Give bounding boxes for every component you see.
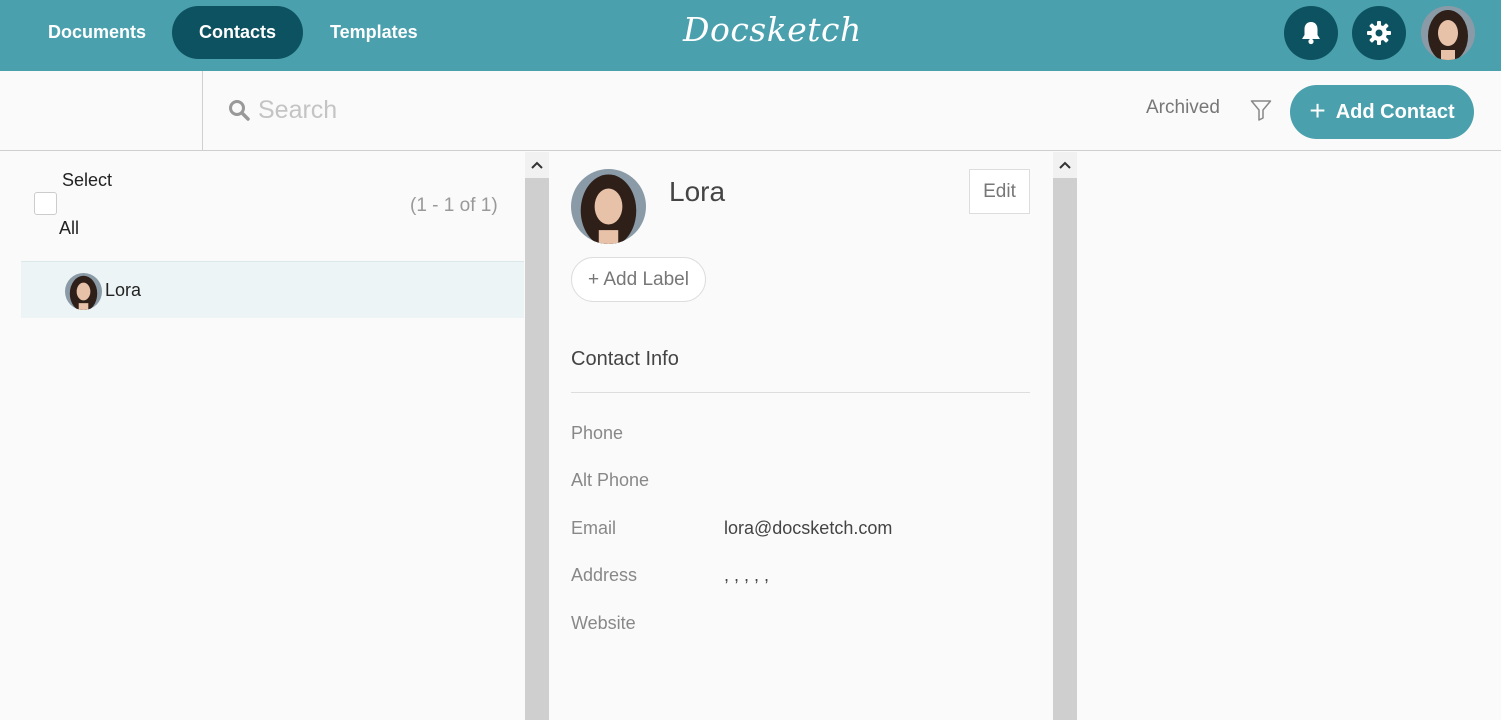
tab-templates[interactable]: Templates <box>303 6 445 59</box>
add-label-button[interactable]: + Add Label <box>571 257 706 302</box>
contact-avatar-image <box>65 273 102 310</box>
gear-icon <box>1367 21 1391 45</box>
empty-right-area <box>1077 152 1501 720</box>
field-label-email: Email <box>571 518 617 538</box>
section-divider <box>571 392 1030 393</box>
tab-documents[interactable]: Documents <box>21 6 173 59</box>
field-label-alt-phone: Alt Phone <box>571 470 650 490</box>
field-value-address: , , , , , <box>724 565 770 585</box>
notifications-button[interactable] <box>1284 6 1338 60</box>
filter-icon[interactable] <box>1250 99 1272 121</box>
detail-scrollbar[interactable] <box>1053 152 1077 720</box>
contact-avatar <box>65 273 102 310</box>
contact-detail-panel: Lora Edit + Add Label Contact Info Phone… <box>550 152 1052 720</box>
settings-button[interactable] <box>1352 6 1406 60</box>
toolbar: Archived + Add Contact <box>0 71 1501 151</box>
contact-detail-avatar <box>571 169 646 244</box>
pagination-count: (1 - 1 of 1) <box>410 195 498 216</box>
field-label-address: Address <box>571 565 638 585</box>
bell-icon <box>1302 22 1320 45</box>
contact-list-panel: Select All (1 - 1 of 1) Lora <box>0 152 525 720</box>
detail-scroll-up-button[interactable] <box>1053 152 1077 178</box>
chevron-up-icon <box>1059 161 1071 169</box>
user-avatar[interactable] <box>1421 6 1475 60</box>
field-label-phone: Phone <box>571 423 624 443</box>
contact-name: Lora <box>105 280 142 300</box>
archived-link[interactable]: Archived <box>1146 97 1220 119</box>
select-all-label: Select <box>62 170 113 190</box>
select-all-checkbox[interactable] <box>34 192 57 215</box>
plus-icon: + <box>1309 94 1326 126</box>
docsketch-logo[interactable]: Docsketch <box>683 10 862 49</box>
chevron-up-icon <box>531 161 543 169</box>
field-value-email[interactable]: lora@docsketch.com <box>724 518 892 539</box>
contact-info-heading: Contact Info <box>571 348 679 370</box>
list-scroll-up-button[interactable] <box>525 152 549 178</box>
search-input[interactable] <box>258 91 858 129</box>
select-all-label-2: All <box>59 218 80 238</box>
top-nav-bar: Documents Contacts Templates Docsketch <box>0 0 1501 71</box>
list-scrollbar[interactable] <box>525 152 549 720</box>
field-label-website: Website <box>571 613 636 633</box>
contact-detail-avatar-image <box>571 169 646 244</box>
list-item[interactable]: Lora <box>21 261 524 318</box>
edit-button[interactable]: Edit <box>969 169 1030 214</box>
toolbar-divider <box>202 71 203 151</box>
contact-detail-name: Lora <box>669 176 726 207</box>
tab-contacts[interactable]: Contacts <box>172 6 304 59</box>
search-icon <box>229 100 250 121</box>
user-avatar-image <box>1421 6 1475 60</box>
add-contact-button[interactable]: + Add Contact <box>1290 85 1474 139</box>
add-contact-label: Add Contact <box>1335 100 1455 123</box>
